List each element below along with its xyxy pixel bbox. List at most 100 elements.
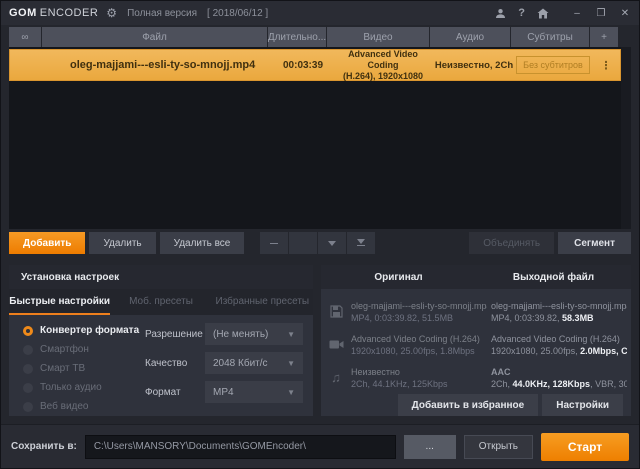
subtitles-badge[interactable]: Без субтитров [516, 56, 590, 74]
mode-label: Только аудио [40, 382, 102, 393]
column-audio[interactable]: Аудио [430, 27, 510, 47]
remove-button[interactable]: Удалить [89, 232, 156, 254]
start-button[interactable]: Старт [541, 432, 629, 461]
out-audio-info: 2Ch, 44.0KHz, 128Kbps, VBR, 30 ... [491, 378, 627, 389]
mode-smart-tv[interactable]: Смарт ТВ [9, 359, 141, 378]
row-video-info: Advanced Video Coding (H.264), 1920x1080 [332, 49, 434, 82]
column-subtitles[interactable]: Субтитры [511, 27, 589, 47]
out-audio-codec: AAC [491, 366, 511, 377]
mode-web-video[interactable]: Веб видео [9, 397, 141, 416]
output-title: Выходной файл [512, 271, 595, 283]
chevron-down-icon: ▼ [287, 358, 295, 368]
home-icon[interactable] [537, 8, 549, 19]
file-list[interactable]: oleg-majjami---esli-ty-so-mnojj.mp4 00:0… [9, 47, 631, 229]
resolution-value: (Не менять) [213, 328, 269, 340]
mode-audio-only[interactable]: Только аудио [9, 378, 141, 397]
quality-select[interactable]: 2048 Кбит/с ▼ [205, 352, 303, 374]
row-duration: 00:03:39 [282, 59, 324, 71]
orig-file-info: MP4, 0:03:39.82, 51.5MB [351, 312, 454, 323]
column-video[interactable]: Видео [327, 27, 429, 47]
radio-icon [23, 401, 33, 412]
radio-selected-icon [23, 325, 33, 336]
app-name-rest: ENCODER [39, 7, 99, 19]
radio-icon [23, 382, 33, 393]
gom-encoder-window: GOM ENCODER ⚙ Полная версия [ 2018/06/12… [0, 0, 640, 469]
maximize-button[interactable]: ❒ [595, 8, 607, 19]
radio-icon [23, 344, 33, 355]
minimize-button[interactable]: – [571, 8, 583, 19]
format-value: MP4 [213, 386, 234, 398]
compare-panel: Оригинал Выходной файл oleg-majjami---es… [321, 265, 631, 416]
version-label: Полная версия [127, 7, 198, 19]
compare-row-audio: ♫ Неизвестно 2Ch, 44.1KHz, 125Kbps AAC 2… [321, 361, 631, 394]
mode-label: Конвертер формата [40, 325, 140, 336]
link-column-icon[interactable]: ∞ [9, 27, 41, 47]
mode-label: Смартфон [40, 344, 89, 355]
move-up-button[interactable] [289, 232, 318, 254]
reorder-buttons [260, 232, 376, 254]
orig-file-name: oleg-majjami---esli-ty-so-mnojj.mp4 [351, 300, 487, 311]
column-file[interactable]: Файл [42, 27, 267, 47]
scrollbar-track[interactable] [621, 47, 631, 229]
settings-panel: Установка настроек Быстрые настройки Моб… [9, 265, 313, 416]
row-menu-dots-icon[interactable]: ⋮ [592, 59, 620, 72]
radio-icon [23, 363, 33, 374]
mode-radio-group: Конвертер формата Смартфон Смарт ТВ Толь… [9, 315, 141, 416]
quick-settings-form: Разрешение (Не менять) ▼ Качество 2048 К… [141, 315, 313, 416]
close-button[interactable]: ✕ [619, 8, 631, 19]
music-note-icon: ♫ [331, 370, 341, 385]
move-top-button[interactable] [260, 232, 289, 254]
open-folder-button[interactable]: Открыть [463, 434, 533, 459]
tab-mobile-presets[interactable]: Моб. пресеты [110, 289, 211, 315]
header-scroll-stub [619, 27, 631, 47]
gear-icon[interactable]: ⚙ [106, 6, 117, 20]
row-subtitles-cell[interactable]: Без субтитров [514, 56, 592, 74]
help-icon[interactable]: ? [518, 7, 525, 19]
orig-audio-info: 2Ch, 44.1KHz, 125Kbps [351, 378, 448, 389]
title-bar: GOM ENCODER ⚙ Полная версия [ 2018/06/12… [1, 1, 639, 25]
row-video-line2: (H.264), 1920x1080 [342, 70, 424, 81]
original-title: Оригинал [374, 271, 423, 283]
tab-quick-settings[interactable]: Быстрые настройки [9, 289, 111, 315]
mode-format-converter[interactable]: Конвертер формата [9, 321, 141, 340]
file-row[interactable]: oleg-majjami---esli-ty-so-mnojj.mp4 00:0… [9, 49, 621, 81]
out-file-info: MP4, 0:03:39.82, 58.3MB [491, 312, 594, 323]
file-table-header: ∞ Файл Длительно... Видео Аудио Субтитры… [9, 27, 631, 47]
browse-button[interactable]: ... [403, 434, 456, 459]
add-button[interactable]: Добавить [9, 232, 86, 254]
save-to-label: Сохранить в: [11, 441, 77, 452]
column-add[interactable]: + [590, 27, 618, 47]
build-date-label: [ 2018/06/12 ] [207, 7, 269, 19]
bottom-bar: Сохранить в: ... Открыть Старт [1, 424, 639, 468]
tab-favorite-presets[interactable]: Избранные пресеты [212, 289, 313, 315]
move-bottom-button[interactable] [347, 232, 376, 254]
quality-value: 2048 Кбит/с [213, 357, 268, 369]
app-name-bold: GOM [9, 7, 37, 19]
app-logo: GOM ENCODER [9, 7, 98, 19]
remove-all-button[interactable]: Удалить все [159, 232, 245, 254]
format-select[interactable]: MP4 ▼ [205, 381, 303, 403]
orig-video-info: 1920x1080, 25.00fps, 1.8Mbps [351, 345, 475, 356]
chevron-down-icon: ▼ [287, 329, 295, 339]
compare-row-video: Advanced Video Coding (H.264) 1920x1080,… [321, 328, 631, 361]
row-video-line1: Advanced Video Coding [348, 48, 418, 70]
mode-smartphone[interactable]: Смартфон [9, 340, 141, 359]
format-label: Формат [145, 386, 181, 398]
move-down-button[interactable] [318, 232, 347, 254]
compare-row-file: oleg-majjami---esli-ty-so-mnojj.mp4 MP4,… [321, 295, 631, 328]
column-duration[interactable]: Длительно... [268, 27, 326, 47]
orig-audio-codec: Неизвестно [351, 366, 400, 377]
output-settings-button[interactable]: Настройки [542, 394, 623, 416]
compare-panel-header: Оригинал Выходной файл [321, 265, 631, 289]
row-audio-info: Неизвестно, 2Ch [434, 59, 514, 71]
settings-panel-title: Установка настроек [9, 265, 313, 289]
user-account-icon[interactable] [495, 8, 506, 19]
out-video-codec: Advanced Video Coding (H.264) [491, 333, 620, 344]
settings-tabs: Быстрые настройки Моб. пресеты Избранные… [9, 289, 313, 315]
add-to-favorites-button[interactable]: Добавить в избранное [397, 394, 539, 416]
video-camera-icon [321, 339, 351, 350]
segment-button[interactable]: Сегмент [558, 232, 631, 254]
quality-label: Качество [145, 357, 188, 369]
output-path-input[interactable] [84, 434, 396, 459]
resolution-select[interactable]: (Не менять) ▼ [205, 323, 303, 345]
